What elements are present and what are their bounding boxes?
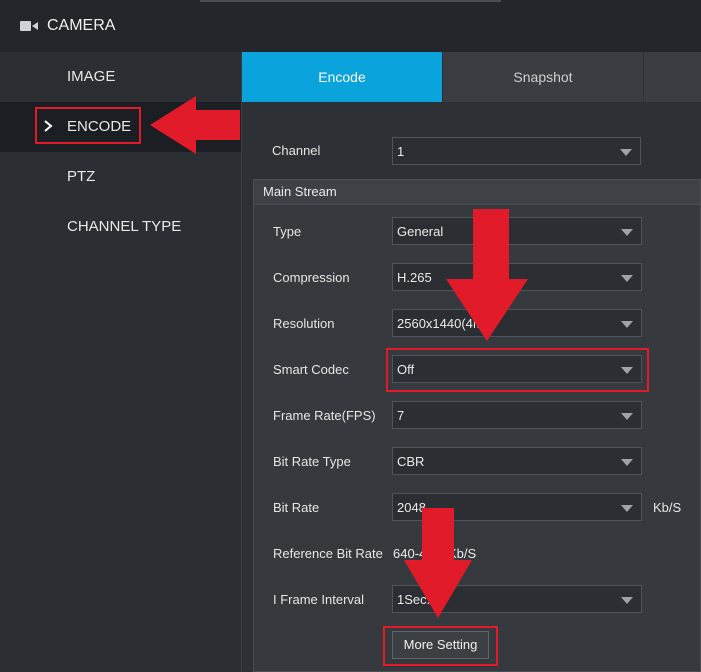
dropdown-caret-icon (621, 321, 633, 328)
smart-codec-highlight-box (386, 348, 649, 392)
dropdown-caret-icon (621, 413, 633, 420)
bit-rate-label: Bit Rate (273, 500, 320, 515)
type-value: General (397, 224, 444, 239)
dropdown-caret-icon (621, 459, 633, 466)
compression-label: Compression (273, 270, 350, 285)
dropdown-caret-icon (621, 275, 633, 282)
sidebar-item-image[interactable]: IMAGE (0, 52, 241, 102)
bit-rate-unit: Kb/S (653, 500, 682, 515)
compression-value: H.265 (397, 270, 432, 285)
sidebar-item-channel-type[interactable]: CHANNEL TYPE (0, 202, 241, 252)
dropdown-caret-icon (620, 149, 632, 156)
sidebar-item-label: PTZ (67, 168, 96, 185)
bit-rate-type-select[interactable]: CBR (392, 447, 642, 475)
arrow-down-icon (446, 209, 528, 341)
tab-empty (644, 52, 701, 102)
channel-select[interactable]: 1 (392, 137, 641, 165)
page-title: CAMERA (47, 17, 116, 34)
channel-value: 1 (397, 144, 405, 159)
frame-rate-value: 7 (397, 408, 405, 423)
encode-highlight-box (35, 107, 141, 144)
dropdown-caret-icon (621, 505, 633, 512)
frame-rate-select[interactable]: 7 (392, 401, 642, 429)
dropdown-caret-icon (621, 229, 633, 236)
camera-icon (20, 21, 38, 31)
main-stream-header: Main Stream (254, 180, 700, 205)
type-label: Type (273, 224, 302, 239)
dropdown-caret-icon (621, 597, 633, 604)
i-frame-interval-label: I Frame Interval (273, 592, 365, 607)
arrow-down-icon (404, 508, 472, 618)
sidebar-item-label: IMAGE (67, 68, 116, 85)
top-accent-line (200, 0, 501, 2)
smart-codec-label: Smart Codec (273, 362, 349, 377)
tab-snapshot[interactable]: Snapshot (443, 52, 643, 102)
sidebar-item-ptz[interactable]: PTZ (0, 152, 241, 202)
bit-rate-type-value: CBR (397, 454, 425, 469)
arrow-left-icon (150, 96, 240, 154)
bit-rate-type-label: Bit Rate Type (273, 454, 351, 469)
reference-bit-rate-label: Reference Bit Rate (273, 546, 383, 561)
tab-label: Encode (318, 69, 366, 85)
frame-rate-label: Frame Rate(FPS) (273, 408, 376, 423)
channel-label: Channel (272, 143, 321, 158)
sidebar-item-label: CHANNEL TYPE (67, 218, 182, 235)
more-setting-highlight-box (383, 626, 498, 666)
resolution-label: Resolution (273, 316, 335, 331)
tab-label: Snapshot (513, 69, 573, 85)
tab-encode[interactable]: Encode (242, 52, 442, 102)
top-bar: CAMERA (0, 0, 701, 53)
main-stream-title: Main Stream (263, 184, 337, 199)
